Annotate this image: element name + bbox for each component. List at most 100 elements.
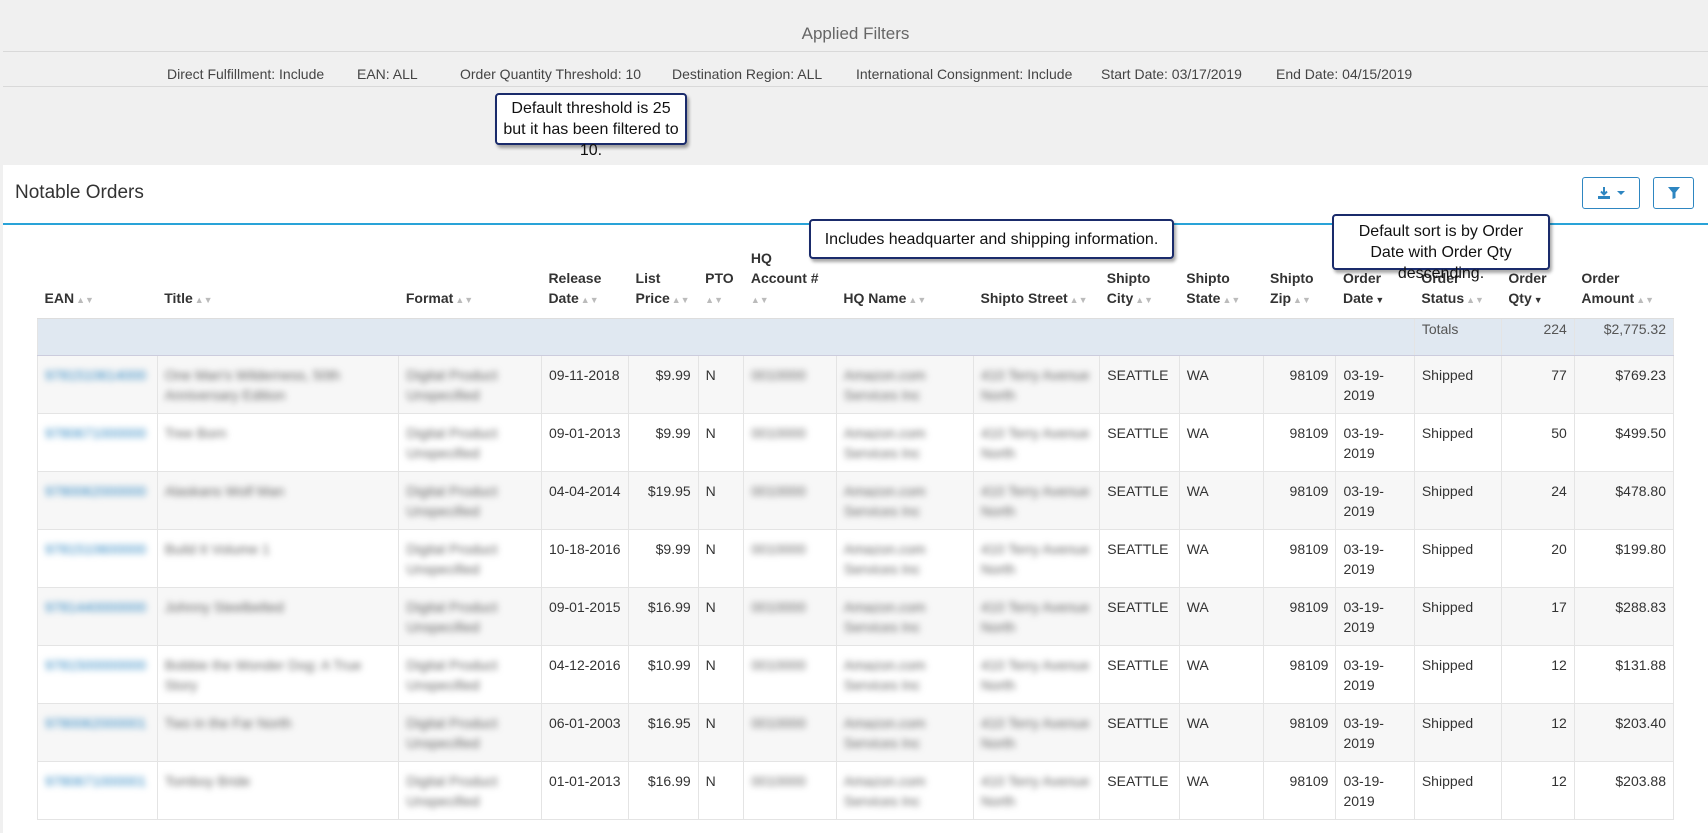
filter-direct-fulfillment: Direct Fulfillment: Include	[167, 66, 325, 82]
ean-link[interactable]: 9781510614000	[37, 355, 158, 414]
pto-cell: N	[697, 529, 745, 588]
title-cell: Alaskans Wolf Man	[156, 471, 400, 530]
release-date-cell: 10-18-2016	[540, 529, 630, 588]
list-price-cell: $16.99	[628, 761, 699, 820]
pto-cell: N	[697, 471, 745, 530]
column-header-format[interactable]: Format ▲▼	[398, 248, 542, 319]
shipto-zip-cell: 98109	[1262, 761, 1337, 820]
shipto-state-cell: WA	[1178, 703, 1264, 762]
format-cell: Digital Product Unspecified	[398, 529, 542, 588]
order-amount-cell: $203.40	[1573, 703, 1675, 762]
order-qty-cell: 20	[1500, 529, 1575, 588]
sort-icon: ▲▼	[455, 295, 474, 305]
pto-cell: N	[697, 413, 745, 472]
shipto-street-cell: 410 Terry Avenue North	[973, 529, 1101, 588]
order-amount-cell: $131.88	[1573, 645, 1675, 704]
order-status-cell: Shipped	[1413, 645, 1502, 704]
filter-international-consignment: International Consignment: Include	[856, 66, 1073, 82]
pto-cell: N	[697, 645, 745, 704]
shipto-street-cell: 410 Terry Avenue North	[973, 761, 1101, 820]
ean-link[interactable]: 9781510600000	[37, 529, 158, 588]
shipto-zip-cell: 98109	[1262, 413, 1337, 472]
hq-name-cell: Amazon.com Services Inc	[835, 703, 975, 762]
order-qty-cell: 12	[1500, 645, 1575, 704]
totals-label: Totals	[1413, 318, 1502, 356]
shipto-city-cell: SEATTLE	[1099, 471, 1180, 530]
title-cell: Tree Born	[156, 413, 400, 472]
column-header-shipto-zip[interactable]: Shipto Zip ▲▼	[1263, 248, 1336, 319]
filter-end-date: End Date: 04/15/2019	[1276, 66, 1413, 82]
release-date-cell: 09-11-2018	[540, 355, 630, 414]
shipto-state-cell: WA	[1178, 645, 1264, 704]
release-date-cell: 09-01-2013	[540, 413, 630, 472]
order-qty-cell: 12	[1500, 703, 1575, 762]
shipto-state-cell: WA	[1178, 471, 1264, 530]
sort-icon: ▲▼	[76, 295, 94, 305]
sort-icon: ▲▼	[1466, 295, 1484, 305]
ean-link[interactable]: 9780671000001	[37, 761, 158, 820]
hq-name-cell: Amazon.com Services Inc	[835, 413, 975, 472]
column-header-order-amount[interactable]: Order Amount ▲▼	[1574, 248, 1674, 319]
shipto-city-cell: SEATTLE	[1099, 587, 1180, 646]
table-row: 9781440000000 Johnny Steelbelted Digital P…	[37, 587, 1675, 646]
shipto-city-cell: SEATTLE	[1099, 529, 1180, 588]
ean-link[interactable]: 9781440000000	[37, 587, 158, 646]
column-header-list-price[interactable]: List Price ▲▼	[628, 248, 699, 319]
shipto-street-cell: 410 Terry Avenue North	[973, 413, 1101, 472]
ean-link[interactable]: 9780062000001	[37, 703, 158, 762]
divider	[3, 51, 1708, 52]
filter-ean: EAN: ALL	[357, 66, 418, 82]
sort-icon: ▲▼	[1636, 295, 1655, 305]
applied-filters-bar: Applied Filters Direct Fulfillment: Incl…	[3, 0, 1708, 163]
order-date-cell: 03-19-2019	[1335, 703, 1415, 762]
order-status-cell: Shipped	[1413, 761, 1502, 820]
order-date-cell: 03-19-2019	[1335, 587, 1415, 646]
order-status-cell: Shipped	[1413, 703, 1502, 762]
ean-link[interactable]: 9781500000000	[37, 645, 158, 704]
shipto-state-cell: WA	[1178, 761, 1264, 820]
column-header-release-date[interactable]: Release Date ▲▼	[541, 248, 629, 319]
format-cell: Digital Product Unspecified	[398, 355, 542, 414]
column-header-shipto-state[interactable]: Shipto State ▲▼	[1179, 248, 1264, 319]
release-date-cell: 06-01-2003	[540, 703, 630, 762]
sort-desc-icon: ▼	[1533, 295, 1543, 305]
title-cell: One Man's Wilderness, 50th Anniversary E…	[156, 355, 400, 414]
order-status-cell: Shipped	[1413, 587, 1502, 646]
shipto-city-cell: SEATTLE	[1099, 355, 1180, 414]
hq-account-cell: 0010000	[743, 587, 837, 646]
order-date-cell: 03-19-2019	[1335, 529, 1415, 588]
table-row: 9780671000000 Tree Born Digital Product Un…	[37, 413, 1675, 472]
release-date-cell: 04-12-2016	[540, 645, 630, 704]
hq-name-cell: Amazon.com Services Inc	[835, 587, 975, 646]
column-header-pto[interactable]: PTO ▲▼	[698, 248, 744, 319]
sort-icon: ▲▼	[705, 295, 723, 305]
title-cell: Johnny Steelbelted	[156, 587, 400, 646]
pto-cell: N	[697, 703, 745, 762]
column-header-title[interactable]: Title ▲▼	[157, 248, 399, 319]
title-cell: Build It Volume 1	[156, 529, 400, 588]
shipto-city-cell: SEATTLE	[1099, 413, 1180, 472]
download-dropdown-button[interactable]	[1582, 177, 1640, 209]
order-amount-cell: $478.80	[1573, 471, 1675, 530]
hq-name-cell: Amazon.com Services Inc	[835, 355, 975, 414]
shipto-state-cell: WA	[1178, 413, 1264, 472]
ean-link[interactable]: 9780671000000	[37, 413, 158, 472]
list-price-cell: $10.99	[628, 645, 699, 704]
order-qty-cell: 24	[1500, 471, 1575, 530]
order-status-cell: Shipped	[1413, 413, 1502, 472]
filter-button[interactable]	[1653, 177, 1694, 209]
pto-cell: N	[697, 761, 745, 820]
shipto-street-cell: 410 Terry Avenue North	[973, 703, 1101, 762]
hq-account-cell: 0010000	[743, 355, 837, 414]
list-price-cell: $9.99	[628, 355, 699, 414]
table-row: 9781510600000 Build It Volume 1 Digital Pr…	[37, 529, 1675, 588]
panel-title: Notable Orders	[15, 182, 144, 203]
release-date-cell: 04-04-2014	[540, 471, 630, 530]
shipto-zip-cell: 98109	[1262, 703, 1337, 762]
shipto-state-cell: WA	[1178, 355, 1264, 414]
sort-icon: ▲▼	[1222, 295, 1241, 305]
column-header-ean[interactable]: EAN ▲▼	[37, 248, 158, 319]
list-price-cell: $16.99	[628, 587, 699, 646]
order-qty-cell: 50	[1500, 413, 1575, 472]
ean-link[interactable]: 9780062000000	[37, 471, 158, 530]
